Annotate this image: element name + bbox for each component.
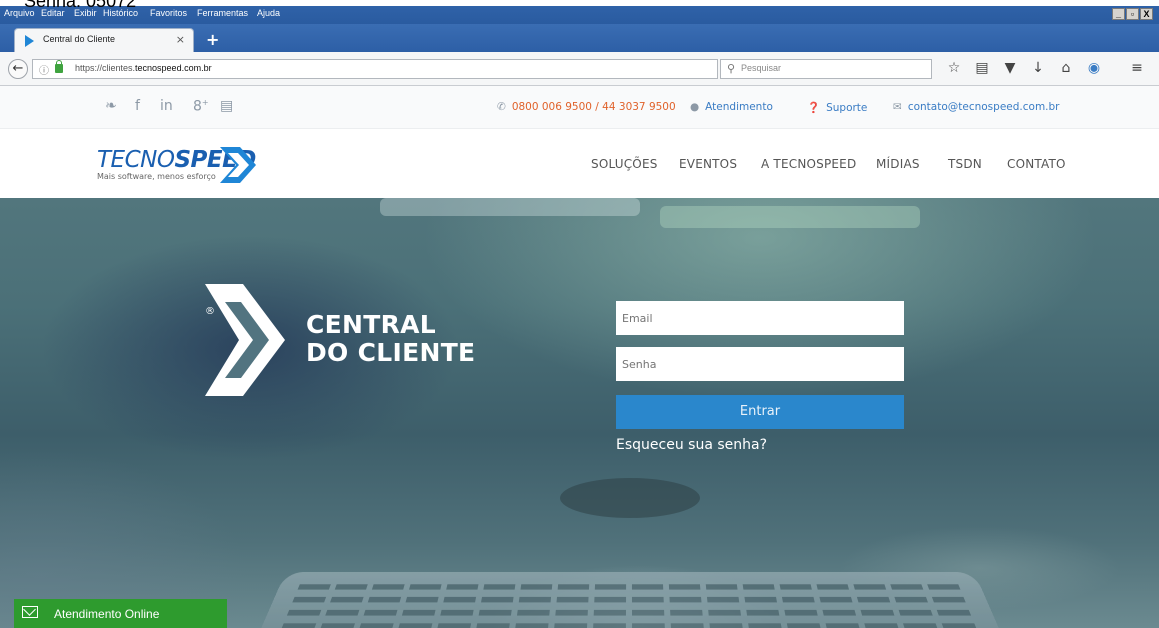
tab-title: Central do Cliente bbox=[43, 34, 115, 44]
browser-navbar: ← ⓘ https://clientes.tecnospeed.com.br C… bbox=[0, 52, 1159, 86]
tab-close-icon[interactable]: × bbox=[176, 33, 185, 46]
nav-midias[interactable]: MÍDIAS bbox=[876, 157, 920, 171]
top-cut-text: Senha: 05072 bbox=[24, 0, 136, 12]
info-icon[interactable]: ⓘ bbox=[39, 62, 49, 77]
bookmark-star-icon[interactable]: ☆ bbox=[945, 60, 963, 76]
search-icon: ⚲ bbox=[727, 62, 735, 75]
envelope-icon bbox=[22, 606, 38, 618]
nav-eventos[interactable]: EVENTOS bbox=[679, 157, 737, 171]
forgot-password-link[interactable]: Esqueceu sua senha? bbox=[616, 437, 767, 453]
central-chevron-icon bbox=[205, 284, 285, 396]
url-bar[interactable]: ⓘ https://clientes.tecnospeed.com.br C bbox=[32, 59, 718, 79]
browser-tab[interactable]: Central do Cliente × bbox=[14, 28, 194, 52]
logo-chevron-icon bbox=[218, 145, 258, 185]
central-do-cliente-title: CENTRAL DO CLIENTE bbox=[306, 311, 475, 367]
suporte-link[interactable]: ❓ Suporte bbox=[807, 101, 867, 114]
menu-ajuda[interactable]: Ajuda bbox=[257, 8, 280, 18]
nav-solucoes[interactable]: SOLUÇÕES bbox=[591, 157, 658, 171]
browser-tabstrip: Central do Cliente × + bbox=[0, 24, 1159, 52]
new-tab-button[interactable]: + bbox=[206, 30, 219, 49]
hero-bg-blur bbox=[660, 206, 920, 228]
site-topbar: ❧ f in 8+ ▤ ✆ 0800 006 9500 / 44 3037 950… bbox=[0, 86, 1159, 129]
hero-keyboard-image bbox=[253, 572, 1007, 628]
download-icon[interactable]: ↓ bbox=[1029, 60, 1047, 76]
browser-menubar: Arquivo Editar Exibir Histórico Favorito… bbox=[0, 6, 1159, 24]
email-link[interactable]: ✉ contato@tecnospeed.com.br bbox=[893, 101, 1060, 113]
question-circle-icon: ❓ bbox=[807, 101, 820, 114]
youtube-icon[interactable]: ▤ bbox=[220, 98, 233, 114]
phone-icon: ✆ bbox=[497, 101, 506, 113]
menu-favoritos[interactable]: Favoritos bbox=[150, 8, 187, 18]
googleplus-icon[interactable]: 8+ bbox=[193, 98, 209, 115]
entrar-button[interactable]: Entrar bbox=[616, 395, 904, 429]
password-field[interactable] bbox=[616, 347, 904, 381]
menu-ferramentas[interactable]: Ferramentas bbox=[197, 8, 248, 18]
addon-icon[interactable]: ◉ bbox=[1085, 60, 1103, 76]
suporte-text: Suporte bbox=[826, 102, 867, 114]
email-text: contato@tecnospeed.com.br bbox=[908, 101, 1060, 113]
nav-contato[interactable]: CONTATO bbox=[1007, 157, 1066, 171]
online-support-widget[interactable]: Atendimento Online bbox=[14, 599, 227, 628]
email-field[interactable] bbox=[616, 301, 904, 335]
linkedin-icon[interactable]: in bbox=[160, 98, 173, 114]
lock-icon bbox=[55, 64, 63, 73]
window-controls: _ ▫ X bbox=[1112, 8, 1153, 20]
search-input[interactable]: ⚲ Pesquisar bbox=[720, 59, 932, 79]
online-support-label: Atendimento Online bbox=[54, 607, 159, 621]
phone-text: 0800 006 9500 / 44 3037 9500 bbox=[512, 101, 676, 113]
site-header: TECNOSPEED Mais software, menos esforço … bbox=[0, 129, 1159, 198]
chat-bubble-icon: ● bbox=[690, 101, 699, 113]
home-icon[interactable]: ⌂ bbox=[1057, 60, 1075, 76]
nav-a-tecnospeed[interactable]: A TECNOSPEED bbox=[761, 157, 856, 171]
logo-tagline: Mais software, menos esforço bbox=[97, 172, 216, 181]
back-arrow-icon[interactable]: ← bbox=[8, 59, 28, 79]
envelope-icon: ✉ bbox=[893, 101, 902, 113]
minimize-button[interactable]: _ bbox=[1112, 8, 1125, 20]
twitter-icon[interactable]: ❧ bbox=[105, 98, 117, 114]
url-text: https://clientes.tecnospeed.com.br bbox=[75, 63, 212, 73]
maximize-button[interactable]: ▫ bbox=[1126, 8, 1139, 20]
pocket-icon[interactable]: ▼ bbox=[1001, 60, 1019, 76]
menu-hamburger-icon[interactable]: ≡ bbox=[1128, 60, 1146, 76]
hero-bg-blur bbox=[380, 198, 640, 216]
bookmarks-list-icon[interactable]: ▤ bbox=[973, 60, 991, 76]
search-placeholder: Pesquisar bbox=[741, 63, 781, 73]
phone-link[interactable]: ✆ 0800 006 9500 / 44 3037 9500 bbox=[497, 101, 676, 113]
nav-tsdn[interactable]: TSDN bbox=[948, 157, 982, 171]
facebook-icon[interactable]: f bbox=[135, 98, 140, 114]
atendimento-link[interactable]: ● Atendimento bbox=[690, 101, 773, 113]
hero-bg-blur bbox=[560, 478, 700, 518]
tecnospeed-favicon-icon bbox=[25, 35, 34, 47]
hero-section: ® CENTRAL DO CLIENTE Entrar Esqueceu sua… bbox=[0, 198, 1159, 628]
atendimento-text: Atendimento bbox=[705, 101, 773, 113]
close-window-button[interactable]: X bbox=[1140, 8, 1153, 20]
